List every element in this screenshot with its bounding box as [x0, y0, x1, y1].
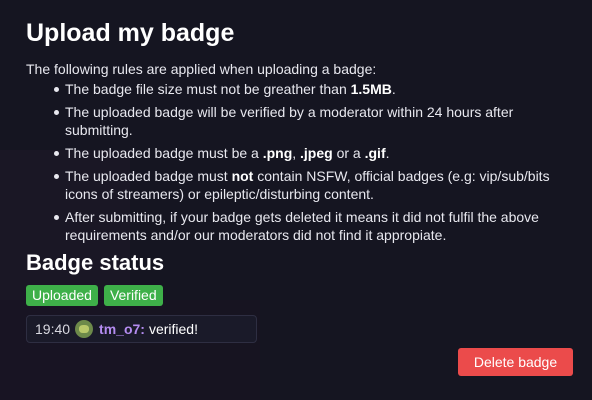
frog-emote-icon — [75, 320, 94, 338]
badge-status-title: Badge status — [26, 250, 165, 275]
rule-item: The badge file size must not be greather… — [26, 80, 574, 98]
rules-list: The badge file size must not be greather… — [26, 80, 582, 244]
chat-message: 19:40 tm_o7: verified! — [26, 315, 257, 343]
upload-badge-panel: Upload my badge The following rules are … — [26, 18, 582, 343]
rule-item: The uploaded badge must be a .png, .jpeg… — [26, 144, 574, 162]
status-badge-verified: Verified — [103, 285, 163, 306]
status-badges: Uploaded Verified — [26, 285, 582, 306]
chat-username[interactable]: tm_o7: — [99, 321, 145, 337]
delete-badge-button[interactable]: Delete badge — [458, 348, 573, 376]
rules-intro: The following rules are applied when upl… — [26, 61, 377, 77]
chat-timestamp: 19:40 — [35, 321, 71, 337]
status-badge-uploaded: Uploaded — [26, 285, 98, 306]
chat-message-text: verified! — [148, 321, 198, 337]
rule-item: The uploaded badge will be verified by a… — [26, 103, 574, 139]
rule-item: After submitting, if your badge gets del… — [26, 208, 574, 244]
rule-item: The uploaded badge must not contain NSFW… — [26, 167, 574, 203]
page-title: Upload my badge — [26, 19, 235, 47]
